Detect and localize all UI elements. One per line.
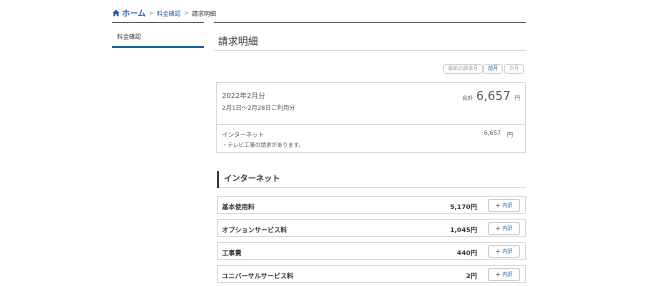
- service-unit: 円: [506, 132, 513, 139]
- table-row: ユニバーサルサービス料 2円 + 内訳: [217, 265, 526, 283]
- service-amount: 6,657: [483, 130, 501, 137]
- charge-price: 5,170円: [449, 203, 477, 211]
- detail-label: 内訳: [502, 272, 513, 278]
- total-value: 6,657: [476, 89, 511, 103]
- detail-button[interactable]: + 内訳: [488, 268, 520, 281]
- section-heading-label: インターネット: [224, 174, 280, 183]
- next-month-button[interactable]: 次月: [503, 64, 524, 74]
- table-row: 基本使用料 5,170円 + 内訳: [217, 196, 526, 214]
- charge-name: 工事費: [222, 249, 242, 257]
- previous-month-button[interactable]: 前月: [482, 64, 503, 74]
- main-content: 請求明細 最新の請求月 前月 次月 2022年2月分 2月1日〜2月28日ご利用…: [214, 22, 526, 153]
- breadcrumb: ホーム > 料金確認 > 請求明細: [112, 7, 216, 19]
- month-toggle: 前月 次月: [482, 64, 524, 74]
- plus-icon: +: [495, 269, 501, 279]
- section-heading-bar: [217, 171, 219, 188]
- charge-name: オプションサービス料: [222, 226, 287, 234]
- table-row: オプションサービス料 1,045円 + 内訳: [217, 219, 526, 237]
- charge-price: 2円: [465, 272, 477, 280]
- detail-button[interactable]: + 内訳: [488, 222, 520, 235]
- breadcrumb-home-label: ホーム: [122, 8, 146, 18]
- billing-month: 2022年2月分: [222, 92, 266, 100]
- breadcrumb-home[interactable]: ホーム: [112, 8, 146, 19]
- detail-label: 内訳: [502, 249, 513, 255]
- detail-label: 内訳: [502, 203, 513, 209]
- charge-name: ユニバーサルサービス料: [222, 272, 294, 280]
- sidebar-item-billing[interactable]: 料金確認: [112, 22, 204, 48]
- detail-button[interactable]: + 内訳: [488, 199, 520, 212]
- table-row: 工事費 440円 + 内訳: [217, 242, 526, 260]
- detail-label: 内訳: [502, 226, 513, 232]
- breadcrumb-separator: >: [148, 9, 154, 17]
- total-unit: 円: [514, 96, 520, 102]
- charge-price: 440円: [456, 249, 477, 257]
- charge-name: 基本使用料: [222, 203, 255, 211]
- charge-price: 1,045円: [449, 226, 477, 234]
- section-heading: インターネット: [217, 170, 526, 188]
- breadcrumb-separator: >: [183, 9, 189, 17]
- home-icon: [112, 9, 120, 17]
- service-breakdown: インターネット ・テレビ工事の請求があります。 6,657 円: [216, 124, 526, 153]
- breadcrumb-current: 請求明細: [191, 10, 216, 18]
- plus-icon: +: [495, 200, 501, 210]
- page-title: 請求明細: [214, 22, 526, 51]
- billing-period: 2月1日〜2月28日ご利用分: [222, 105, 296, 112]
- month-nav: 最新の請求月 前月 次月: [437, 64, 524, 74]
- service-name: インターネット: [222, 132, 265, 139]
- plus-icon: +: [495, 223, 501, 233]
- service-note: ・テレビ工事の請求があります。: [222, 143, 304, 149]
- latest-month-button[interactable]: 最新の請求月: [442, 64, 483, 74]
- breadcrumb-billing-link[interactable]: 料金確認: [157, 9, 181, 18]
- detail-button[interactable]: + 内訳: [488, 245, 520, 258]
- sidebar-item-label: 料金確認: [117, 34, 142, 41]
- total-label: 合計: [462, 96, 474, 102]
- plus-icon: +: [495, 246, 501, 256]
- total-amount: 合計 6,657 円: [462, 89, 520, 103]
